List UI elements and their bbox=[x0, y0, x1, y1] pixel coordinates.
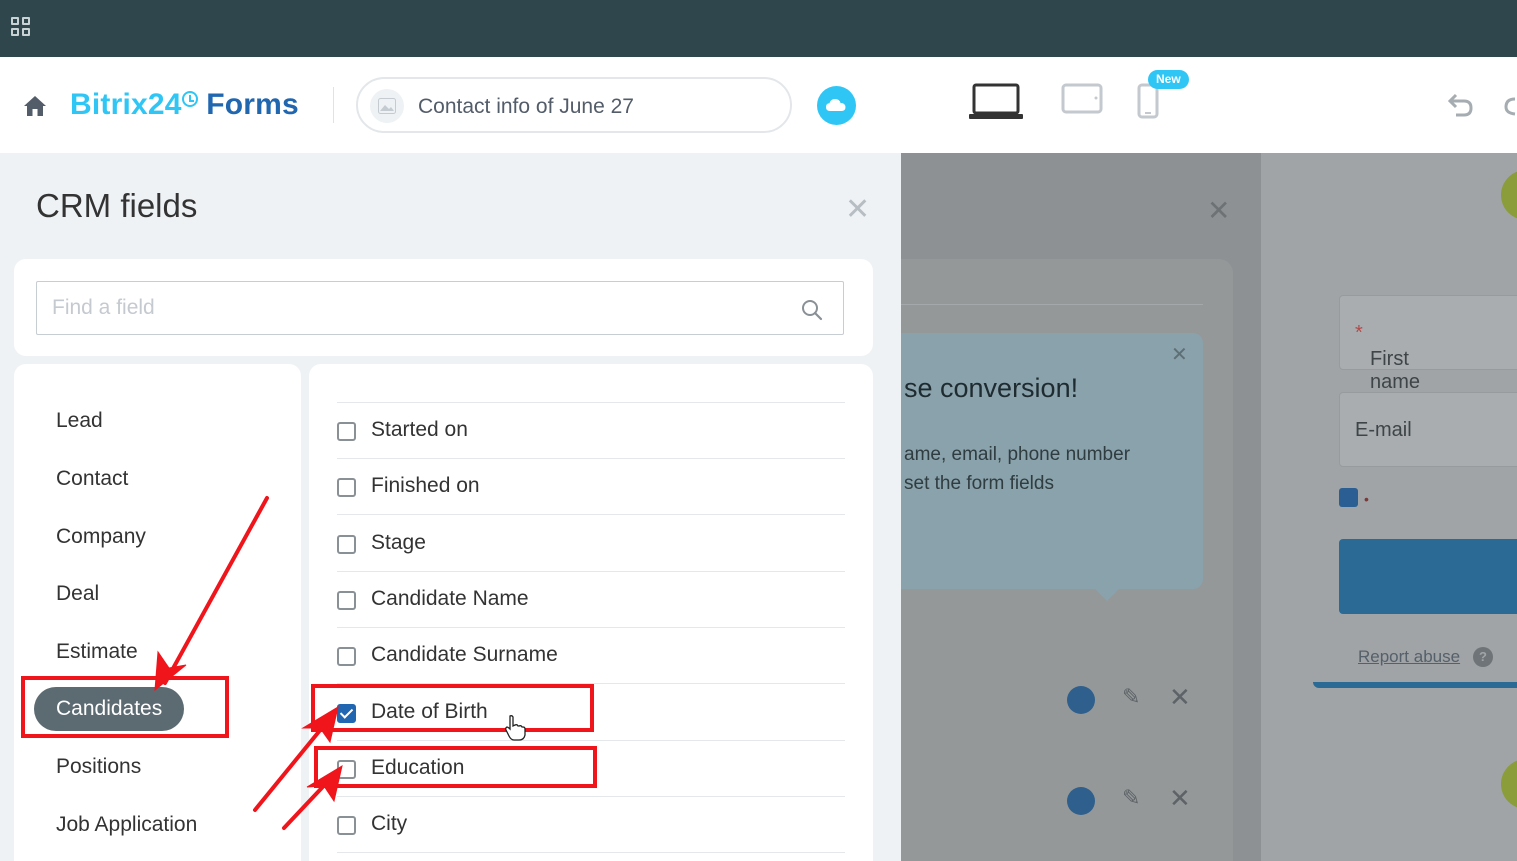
category-lead[interactable]: Lead bbox=[34, 399, 125, 443]
preview-consent-checkbox[interactable] bbox=[1339, 488, 1358, 507]
form-preview: First name * E-mail • Report abuse ? bbox=[1261, 153, 1517, 861]
laptop-icon[interactable] bbox=[968, 83, 1024, 121]
tip-close-icon[interactable]: ✕ bbox=[1171, 345, 1188, 365]
crm-link-icon[interactable] bbox=[1067, 787, 1095, 815]
checkbox[interactable] bbox=[337, 647, 356, 666]
preview-submit-button[interactable] bbox=[1339, 539, 1517, 614]
category-job-application[interactable]: Job Application bbox=[34, 803, 219, 847]
apps-grid-icon[interactable] bbox=[11, 17, 31, 37]
edit-icon[interactable]: ✎ bbox=[1122, 684, 1140, 710]
category-company[interactable]: Company bbox=[34, 515, 168, 559]
search-input[interactable] bbox=[36, 281, 844, 335]
editor-close-icon[interactable]: ✕ bbox=[1207, 197, 1230, 225]
search-icon[interactable] bbox=[801, 299, 823, 321]
search-card bbox=[14, 259, 873, 356]
image-icon[interactable] bbox=[370, 89, 404, 123]
checkbox[interactable] bbox=[337, 535, 356, 554]
checkbox[interactable] bbox=[337, 422, 356, 441]
field-row-actions: ✎ ✕ bbox=[1067, 682, 1197, 714]
form-title-field[interactable]: Contact info of June 27 bbox=[356, 77, 792, 133]
tip-title: se conversion! bbox=[904, 373, 1079, 403]
field-row-started-on[interactable]: Started on bbox=[337, 403, 845, 459]
form-title[interactable]: Contact info of June 27 bbox=[418, 95, 634, 119]
field-row-actions: ✎ ✕ bbox=[1067, 783, 1197, 815]
cloud-icon[interactable] bbox=[817, 86, 856, 125]
category-estimate[interactable]: Estimate bbox=[34, 630, 160, 674]
preview-consent-mark: • bbox=[1364, 491, 1369, 507]
help-icon[interactable]: ? bbox=[1473, 647, 1493, 667]
delete-icon[interactable]: ✕ bbox=[1169, 783, 1191, 814]
brand-logo: Bitrix24 Forms bbox=[70, 88, 299, 121]
annotation-box-education bbox=[314, 746, 597, 788]
preview-bottom-border bbox=[1313, 682, 1517, 688]
field-label: Candidate Surname bbox=[371, 643, 558, 666]
header-divider bbox=[333, 87, 334, 123]
field-row-candidate-surname[interactable]: Candidate Surname bbox=[337, 628, 845, 684]
field-label: Finished on bbox=[371, 474, 480, 497]
annotation-box-date-of-birth bbox=[311, 684, 594, 732]
header: Bitrix24 Forms Contact info of June 27 N… bbox=[0, 57, 1517, 153]
field-label: Started on bbox=[371, 418, 468, 441]
home-icon[interactable] bbox=[22, 94, 48, 118]
new-badge: New bbox=[1148, 70, 1189, 89]
redo-icon[interactable] bbox=[1503, 93, 1517, 119]
category-list: Lead Contact Company Deal Estimate Candi… bbox=[14, 364, 301, 861]
category-deal[interactable]: Deal bbox=[34, 572, 121, 616]
preview-avatar bbox=[1501, 170, 1517, 220]
tip-text: ame, email, phone number set the form fi… bbox=[904, 444, 1131, 494]
preview-first-name-field[interactable]: First name * bbox=[1339, 295, 1517, 393]
tablet-icon[interactable] bbox=[1061, 83, 1103, 115]
field-row-candidate-name[interactable]: Candidate Name bbox=[337, 572, 845, 628]
delete-icon[interactable]: ✕ bbox=[1169, 682, 1191, 713]
crm-link-icon[interactable] bbox=[1067, 686, 1095, 714]
clock-icon bbox=[181, 91, 198, 107]
report-abuse-link[interactable]: Report abuse bbox=[1358, 647, 1460, 667]
checkbox[interactable] bbox=[337, 816, 356, 835]
preview-avatar bbox=[1501, 759, 1517, 809]
annotation-box-candidates bbox=[21, 676, 229, 738]
field-row-stage[interactable]: Stage bbox=[337, 516, 845, 572]
checkbox[interactable] bbox=[337, 478, 356, 497]
hand-cursor-icon bbox=[505, 715, 526, 741]
close-icon[interactable]: ✕ bbox=[845, 195, 870, 225]
top-bar bbox=[0, 0, 1517, 57]
category-contact[interactable]: Contact bbox=[34, 457, 150, 501]
field-row-city[interactable]: City bbox=[337, 797, 845, 853]
field-row-finished-on[interactable]: Finished on bbox=[337, 459, 845, 515]
panel-title: CRM fields bbox=[36, 187, 198, 224]
field-label: Candidate Name bbox=[371, 587, 529, 610]
checkbox[interactable] bbox=[337, 591, 356, 610]
field-label: Stage bbox=[371, 531, 426, 554]
preview-email-field[interactable]: E-mail bbox=[1339, 392, 1517, 467]
category-positions[interactable]: Positions bbox=[34, 745, 163, 789]
field-label: City bbox=[371, 812, 408, 835]
undo-icon[interactable] bbox=[1446, 93, 1474, 119]
edit-icon[interactable]: ✎ bbox=[1122, 785, 1140, 811]
